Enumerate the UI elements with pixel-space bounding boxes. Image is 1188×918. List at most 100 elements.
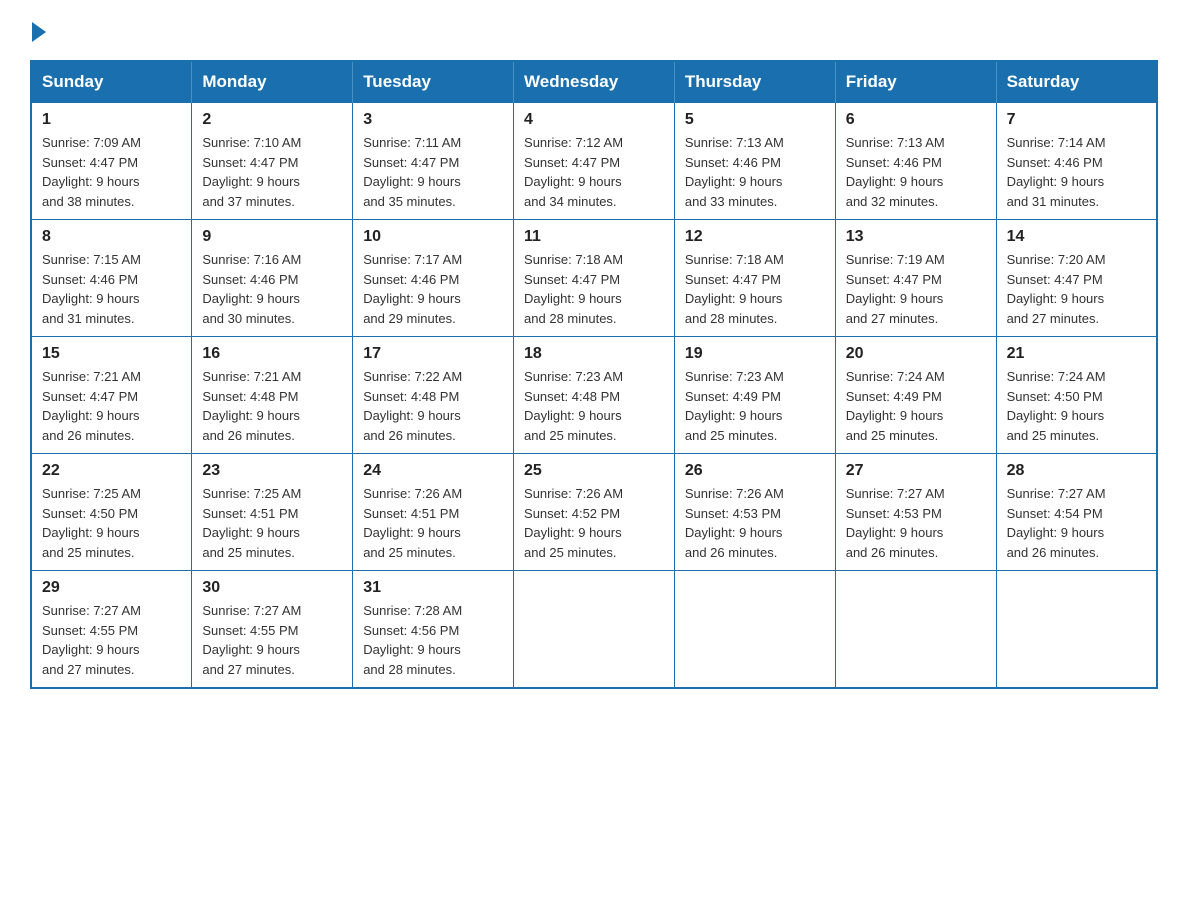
header-tuesday: Tuesday: [353, 61, 514, 103]
day-number: 18: [524, 345, 664, 363]
calendar-cell: 29 Sunrise: 7:27 AMSunset: 4:55 PMDaylig…: [31, 571, 192, 689]
calendar-cell: [514, 571, 675, 689]
page-header: [30, 20, 1158, 40]
calendar-cell: 21 Sunrise: 7:24 AMSunset: 4:50 PMDaylig…: [996, 337, 1157, 454]
day-number: 16: [202, 345, 342, 363]
header-sunday: Sunday: [31, 61, 192, 103]
day-number: 30: [202, 579, 342, 597]
day-info: Sunrise: 7:24 AMSunset: 4:50 PMDaylight:…: [1007, 367, 1146, 445]
calendar-header-row: Sunday Monday Tuesday Wednesday Thursday…: [31, 61, 1157, 103]
calendar-cell: 7 Sunrise: 7:14 AMSunset: 4:46 PMDayligh…: [996, 103, 1157, 220]
day-number: 31: [363, 579, 503, 597]
calendar-cell: 23 Sunrise: 7:25 AMSunset: 4:51 PMDaylig…: [192, 454, 353, 571]
day-number: 23: [202, 462, 342, 480]
day-info: Sunrise: 7:18 AMSunset: 4:47 PMDaylight:…: [685, 250, 825, 328]
day-number: 19: [685, 345, 825, 363]
header-friday: Friday: [835, 61, 996, 103]
day-number: 24: [363, 462, 503, 480]
calendar-cell: 11 Sunrise: 7:18 AMSunset: 4:47 PMDaylig…: [514, 220, 675, 337]
calendar-cell: [674, 571, 835, 689]
calendar-table: Sunday Monday Tuesday Wednesday Thursday…: [30, 60, 1158, 689]
logo: [30, 20, 46, 40]
day-number: 4: [524, 111, 664, 129]
calendar-week-row: 8 Sunrise: 7:15 AMSunset: 4:46 PMDayligh…: [31, 220, 1157, 337]
calendar-cell: 18 Sunrise: 7:23 AMSunset: 4:48 PMDaylig…: [514, 337, 675, 454]
day-info: Sunrise: 7:23 AMSunset: 4:48 PMDaylight:…: [524, 367, 664, 445]
calendar-cell: 9 Sunrise: 7:16 AMSunset: 4:46 PMDayligh…: [192, 220, 353, 337]
calendar-cell: 22 Sunrise: 7:25 AMSunset: 4:50 PMDaylig…: [31, 454, 192, 571]
day-number: 29: [42, 579, 181, 597]
day-info: Sunrise: 7:14 AMSunset: 4:46 PMDaylight:…: [1007, 133, 1146, 211]
calendar-cell: [996, 571, 1157, 689]
calendar-cell: 24 Sunrise: 7:26 AMSunset: 4:51 PMDaylig…: [353, 454, 514, 571]
calendar-cell: 30 Sunrise: 7:27 AMSunset: 4:55 PMDaylig…: [192, 571, 353, 689]
calendar-week-row: 1 Sunrise: 7:09 AMSunset: 4:47 PMDayligh…: [31, 103, 1157, 220]
calendar-cell: 1 Sunrise: 7:09 AMSunset: 4:47 PMDayligh…: [31, 103, 192, 220]
day-info: Sunrise: 7:10 AMSunset: 4:47 PMDaylight:…: [202, 133, 342, 211]
day-info: Sunrise: 7:15 AMSunset: 4:46 PMDaylight:…: [42, 250, 181, 328]
calendar-cell: 10 Sunrise: 7:17 AMSunset: 4:46 PMDaylig…: [353, 220, 514, 337]
day-info: Sunrise: 7:28 AMSunset: 4:56 PMDaylight:…: [363, 601, 503, 679]
calendar-cell: 12 Sunrise: 7:18 AMSunset: 4:47 PMDaylig…: [674, 220, 835, 337]
calendar-week-row: 22 Sunrise: 7:25 AMSunset: 4:50 PMDaylig…: [31, 454, 1157, 571]
day-info: Sunrise: 7:13 AMSunset: 4:46 PMDaylight:…: [685, 133, 825, 211]
day-info: Sunrise: 7:16 AMSunset: 4:46 PMDaylight:…: [202, 250, 342, 328]
day-info: Sunrise: 7:26 AMSunset: 4:53 PMDaylight:…: [685, 484, 825, 562]
day-info: Sunrise: 7:13 AMSunset: 4:46 PMDaylight:…: [846, 133, 986, 211]
day-number: 9: [202, 228, 342, 246]
calendar-cell: 5 Sunrise: 7:13 AMSunset: 4:46 PMDayligh…: [674, 103, 835, 220]
calendar-cell: 27 Sunrise: 7:27 AMSunset: 4:53 PMDaylig…: [835, 454, 996, 571]
day-number: 22: [42, 462, 181, 480]
calendar-cell: 17 Sunrise: 7:22 AMSunset: 4:48 PMDaylig…: [353, 337, 514, 454]
day-number: 10: [363, 228, 503, 246]
day-number: 2: [202, 111, 342, 129]
calendar-cell: 3 Sunrise: 7:11 AMSunset: 4:47 PMDayligh…: [353, 103, 514, 220]
calendar-cell: 28 Sunrise: 7:27 AMSunset: 4:54 PMDaylig…: [996, 454, 1157, 571]
day-info: Sunrise: 7:11 AMSunset: 4:47 PMDaylight:…: [363, 133, 503, 211]
logo-arrow-icon: [32, 22, 46, 42]
day-number: 28: [1007, 462, 1146, 480]
header-saturday: Saturday: [996, 61, 1157, 103]
calendar-cell: 25 Sunrise: 7:26 AMSunset: 4:52 PMDaylig…: [514, 454, 675, 571]
day-info: Sunrise: 7:19 AMSunset: 4:47 PMDaylight:…: [846, 250, 986, 328]
day-info: Sunrise: 7:24 AMSunset: 4:49 PMDaylight:…: [846, 367, 986, 445]
day-info: Sunrise: 7:23 AMSunset: 4:49 PMDaylight:…: [685, 367, 825, 445]
calendar-cell: 8 Sunrise: 7:15 AMSunset: 4:46 PMDayligh…: [31, 220, 192, 337]
day-info: Sunrise: 7:27 AMSunset: 4:53 PMDaylight:…: [846, 484, 986, 562]
calendar-cell: 13 Sunrise: 7:19 AMSunset: 4:47 PMDaylig…: [835, 220, 996, 337]
day-info: Sunrise: 7:21 AMSunset: 4:47 PMDaylight:…: [42, 367, 181, 445]
day-number: 8: [42, 228, 181, 246]
day-info: Sunrise: 7:09 AMSunset: 4:47 PMDaylight:…: [42, 133, 181, 211]
day-number: 12: [685, 228, 825, 246]
day-info: Sunrise: 7:21 AMSunset: 4:48 PMDaylight:…: [202, 367, 342, 445]
day-number: 1: [42, 111, 181, 129]
day-number: 6: [846, 111, 986, 129]
day-number: 3: [363, 111, 503, 129]
header-wednesday: Wednesday: [514, 61, 675, 103]
day-number: 26: [685, 462, 825, 480]
day-number: 27: [846, 462, 986, 480]
calendar-week-row: 15 Sunrise: 7:21 AMSunset: 4:47 PMDaylig…: [31, 337, 1157, 454]
calendar-cell: 20 Sunrise: 7:24 AMSunset: 4:49 PMDaylig…: [835, 337, 996, 454]
day-number: 5: [685, 111, 825, 129]
day-number: 7: [1007, 111, 1146, 129]
calendar-cell: 16 Sunrise: 7:21 AMSunset: 4:48 PMDaylig…: [192, 337, 353, 454]
day-number: 25: [524, 462, 664, 480]
day-info: Sunrise: 7:18 AMSunset: 4:47 PMDaylight:…: [524, 250, 664, 328]
calendar-cell: 14 Sunrise: 7:20 AMSunset: 4:47 PMDaylig…: [996, 220, 1157, 337]
day-number: 15: [42, 345, 181, 363]
day-info: Sunrise: 7:27 AMSunset: 4:55 PMDaylight:…: [42, 601, 181, 679]
calendar-cell: 31 Sunrise: 7:28 AMSunset: 4:56 PMDaylig…: [353, 571, 514, 689]
calendar-cell: 6 Sunrise: 7:13 AMSunset: 4:46 PMDayligh…: [835, 103, 996, 220]
calendar-cell: [835, 571, 996, 689]
day-number: 11: [524, 228, 664, 246]
day-number: 13: [846, 228, 986, 246]
day-info: Sunrise: 7:22 AMSunset: 4:48 PMDaylight:…: [363, 367, 503, 445]
day-number: 17: [363, 345, 503, 363]
calendar-cell: 2 Sunrise: 7:10 AMSunset: 4:47 PMDayligh…: [192, 103, 353, 220]
calendar-cell: 26 Sunrise: 7:26 AMSunset: 4:53 PMDaylig…: [674, 454, 835, 571]
calendar-week-row: 29 Sunrise: 7:27 AMSunset: 4:55 PMDaylig…: [31, 571, 1157, 689]
day-info: Sunrise: 7:27 AMSunset: 4:55 PMDaylight:…: [202, 601, 342, 679]
calendar-cell: 15 Sunrise: 7:21 AMSunset: 4:47 PMDaylig…: [31, 337, 192, 454]
day-info: Sunrise: 7:26 AMSunset: 4:52 PMDaylight:…: [524, 484, 664, 562]
